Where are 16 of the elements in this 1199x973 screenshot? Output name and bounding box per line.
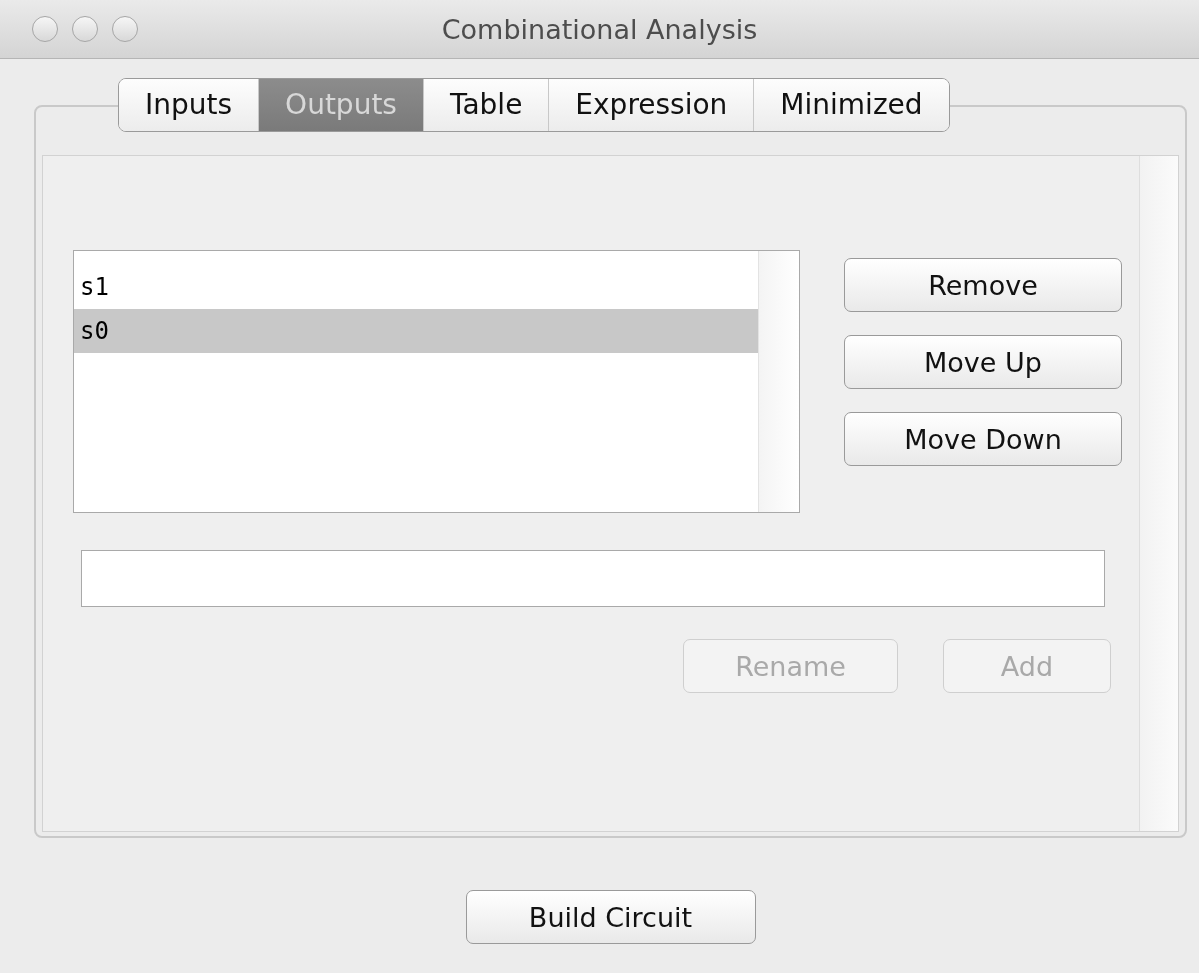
tab[interactable]: Inputs bbox=[119, 79, 259, 131]
list-item[interactable]: s0 bbox=[74, 309, 758, 353]
tab[interactable]: Table bbox=[422, 79, 549, 131]
tab[interactable]: Minimized bbox=[753, 79, 949, 131]
tab[interactable]: Expression bbox=[548, 79, 754, 131]
action-button[interactable]: Move Down bbox=[844, 412, 1122, 466]
action-button[interactable]: Move Up bbox=[844, 335, 1122, 389]
list-item[interactable]: s1 bbox=[74, 265, 758, 309]
action-button[interactable]: Remove bbox=[844, 258, 1122, 312]
build-circuit-button[interactable]: Build Circuit bbox=[465, 890, 756, 944]
name-field[interactable] bbox=[81, 550, 1105, 607]
window-title: Combinational Analysis bbox=[441, 13, 758, 45]
scroll-track[interactable] bbox=[1139, 156, 1178, 831]
window-control[interactable] bbox=[112, 16, 138, 42]
window-control[interactable] bbox=[32, 16, 58, 42]
window-control[interactable] bbox=[72, 16, 98, 42]
